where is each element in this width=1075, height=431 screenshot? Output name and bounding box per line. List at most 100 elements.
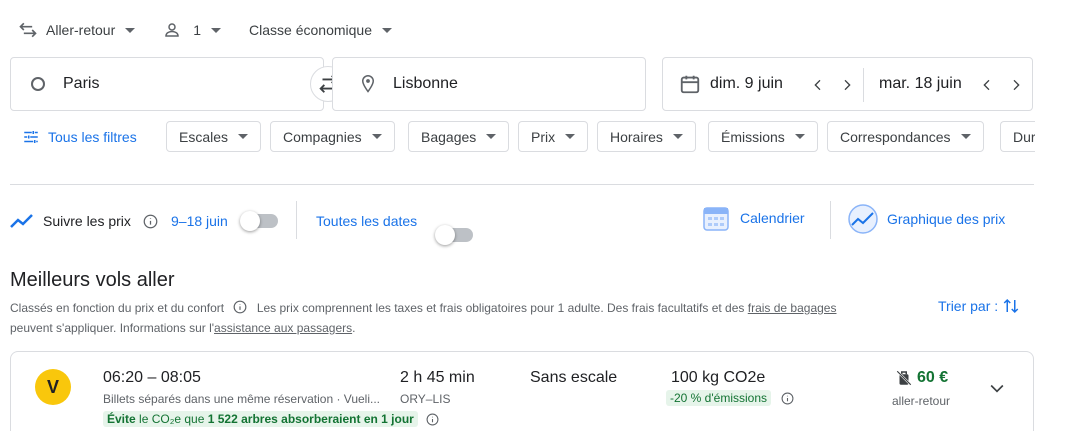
flight-emissions: 100 kg CO2e bbox=[671, 369, 766, 386]
date-divider bbox=[863, 68, 864, 102]
chip-label: Émissions bbox=[721, 128, 785, 145]
info-icon[interactable] bbox=[426, 413, 439, 426]
track-dates-label: 9–18 juin bbox=[171, 213, 228, 229]
all-filters-button[interactable]: Tous les filtres bbox=[22, 128, 137, 146]
filter-chip-times[interactable]: Horaires bbox=[597, 121, 696, 152]
filter-chip-connections[interactable]: Correspondances bbox=[827, 121, 984, 152]
trip-type-label: Aller-retour bbox=[46, 22, 116, 38]
origin-field[interactable]: Paris bbox=[10, 57, 324, 111]
chevron-left-icon[interactable] bbox=[810, 77, 826, 93]
person-icon bbox=[165, 23, 180, 37]
chevron-left-icon[interactable] bbox=[979, 77, 995, 93]
eco-prefix: Évite bbox=[107, 412, 136, 426]
sort-label: Trier par : bbox=[938, 298, 999, 314]
chip-label: Bagages bbox=[421, 128, 477, 145]
calendar-label: Calendrier bbox=[740, 210, 805, 226]
sort-arrows-icon bbox=[1003, 298, 1019, 314]
filter-chip-emissions[interactable]: Émissions bbox=[708, 121, 818, 152]
chevron-down-icon bbox=[382, 27, 393, 33]
filter-chip-bags[interactable]: Bagages bbox=[408, 121, 510, 152]
price-graph-icon bbox=[848, 204, 878, 234]
dates-field: dim. 9 juin mar. 18 juin bbox=[662, 57, 1033, 111]
return-date[interactable]: mar. 18 juin bbox=[879, 75, 962, 93]
price-graph-button[interactable]: Graphique des prix bbox=[847, 204, 1005, 234]
chevron-down-icon[interactable] bbox=[987, 378, 1007, 398]
chevron-right-icon[interactable] bbox=[839, 77, 855, 93]
assistance-link[interactable]: assistance aux passagers bbox=[214, 321, 352, 335]
track-dates-toggle[interactable] bbox=[240, 211, 278, 231]
destination-field[interactable]: Lisbonne bbox=[332, 57, 646, 111]
trending-icon bbox=[10, 214, 33, 228]
sort-button[interactable]: Trier par : bbox=[938, 296, 1020, 316]
cabin-class-select[interactable]: Classe économique bbox=[249, 22, 393, 38]
eco-badge: Évite le CO₂e que 1 522 arbres absorbera… bbox=[103, 411, 418, 427]
chip-label: Escales bbox=[179, 128, 229, 145]
flight-card[interactable]: V 06:20 – 08:05 Billets séparés dans une… bbox=[10, 351, 1034, 431]
no-carry-on-bag-icon bbox=[896, 370, 912, 386]
chip-label: Prix bbox=[531, 128, 556, 145]
eco-note: Évite le CO₂e que 1 522 arbres absorbera… bbox=[103, 411, 439, 427]
chevron-right-icon[interactable] bbox=[1008, 77, 1024, 93]
origin-value: Paris bbox=[63, 75, 100, 92]
chevron-down-icon bbox=[672, 134, 683, 139]
chevron-down-icon bbox=[960, 134, 971, 139]
chevron-down-icon bbox=[211, 27, 222, 33]
all-dates-toggle[interactable] bbox=[435, 225, 473, 245]
chevron-down-icon bbox=[371, 134, 382, 139]
destination-value: Lisbonne bbox=[393, 75, 458, 92]
passengers-select[interactable]: 1 bbox=[163, 21, 222, 39]
flight-times: 06:20 – 08:05 bbox=[103, 369, 201, 386]
passengers-count: 1 bbox=[193, 22, 202, 38]
filter-chip-airlines[interactable]: Compagnies bbox=[270, 121, 395, 152]
swap-arrows-icon bbox=[19, 22, 37, 38]
info-icon[interactable] bbox=[781, 392, 794, 405]
chevron-down-icon bbox=[486, 134, 497, 139]
info-icon[interactable] bbox=[143, 214, 158, 229]
bag-fees-link[interactable]: frais de bagages bbox=[748, 301, 837, 315]
trip-options-row: Aller-retour 1 Classe économique bbox=[18, 18, 420, 42]
chip-label: Correspondances bbox=[840, 128, 951, 145]
period: . bbox=[352, 321, 356, 335]
location-pin-icon bbox=[361, 74, 375, 93]
prices-info-text: Les prix comprennent les taxes et frais … bbox=[256, 301, 745, 315]
chevron-down-icon bbox=[238, 134, 249, 139]
cabin-class-label: Classe économique bbox=[249, 22, 373, 38]
chevron-down-icon bbox=[565, 134, 576, 139]
price-wrap: 60 € bbox=[895, 368, 948, 388]
calendar-grid-icon bbox=[703, 207, 729, 231]
emissions-badge: -20 % d'émissions bbox=[666, 390, 771, 406]
track-prices-label: Suivre les prix bbox=[43, 213, 131, 229]
all-dates-label: Toutes les dates bbox=[316, 213, 418, 229]
emissions-badge-wrap: -20 % d'émissions bbox=[666, 390, 794, 406]
flight-stops: Sans escale bbox=[530, 369, 618, 386]
tune-icon bbox=[24, 131, 38, 143]
all-filters-label: Tous les filtres bbox=[48, 129, 137, 145]
prices-info-text-2: peuvent s'appliquer. Informations sur l' bbox=[10, 321, 215, 335]
chip-label: Compagnies bbox=[283, 128, 362, 145]
flight-price: 60 € bbox=[917, 369, 949, 386]
toggle-knob bbox=[435, 225, 455, 245]
trip-type-select[interactable]: Aller-retour bbox=[18, 20, 136, 40]
flight-route: ORY–LIS bbox=[400, 392, 451, 406]
section-divider bbox=[10, 184, 1034, 185]
results-subtitle: Classés en fonction du prix et du confor… bbox=[10, 298, 910, 338]
depart-date[interactable]: dim. 9 juin bbox=[710, 75, 783, 93]
tools-divider bbox=[296, 201, 297, 239]
circle-icon bbox=[31, 77, 45, 91]
calendar-icon bbox=[680, 75, 700, 94]
results-title: Meilleurs vols aller bbox=[10, 269, 175, 291]
tools-divider-2 bbox=[830, 201, 831, 239]
filter-chip-stops[interactable]: Escales bbox=[166, 121, 262, 152]
flight-details: Billets séparés dans une même réservatio… bbox=[103, 392, 381, 406]
flight-duration: 2 h 45 min bbox=[400, 369, 475, 386]
calendar-button[interactable]: Calendrier bbox=[702, 204, 805, 232]
eco-middle: le CO₂e que bbox=[139, 412, 205, 426]
ranking-text: Classés en fonction du prix et du confor… bbox=[10, 301, 225, 315]
airline-logo-letter: V bbox=[46, 376, 59, 397]
filter-chip-price[interactable]: Prix bbox=[518, 121, 589, 152]
info-icon[interactable] bbox=[233, 300, 247, 314]
airline-logo: V bbox=[35, 369, 71, 405]
chevron-down-icon bbox=[794, 134, 805, 139]
price-type: aller-retour bbox=[892, 394, 951, 408]
filter-chip-duration[interactable]: Dur bbox=[1000, 121, 1035, 152]
